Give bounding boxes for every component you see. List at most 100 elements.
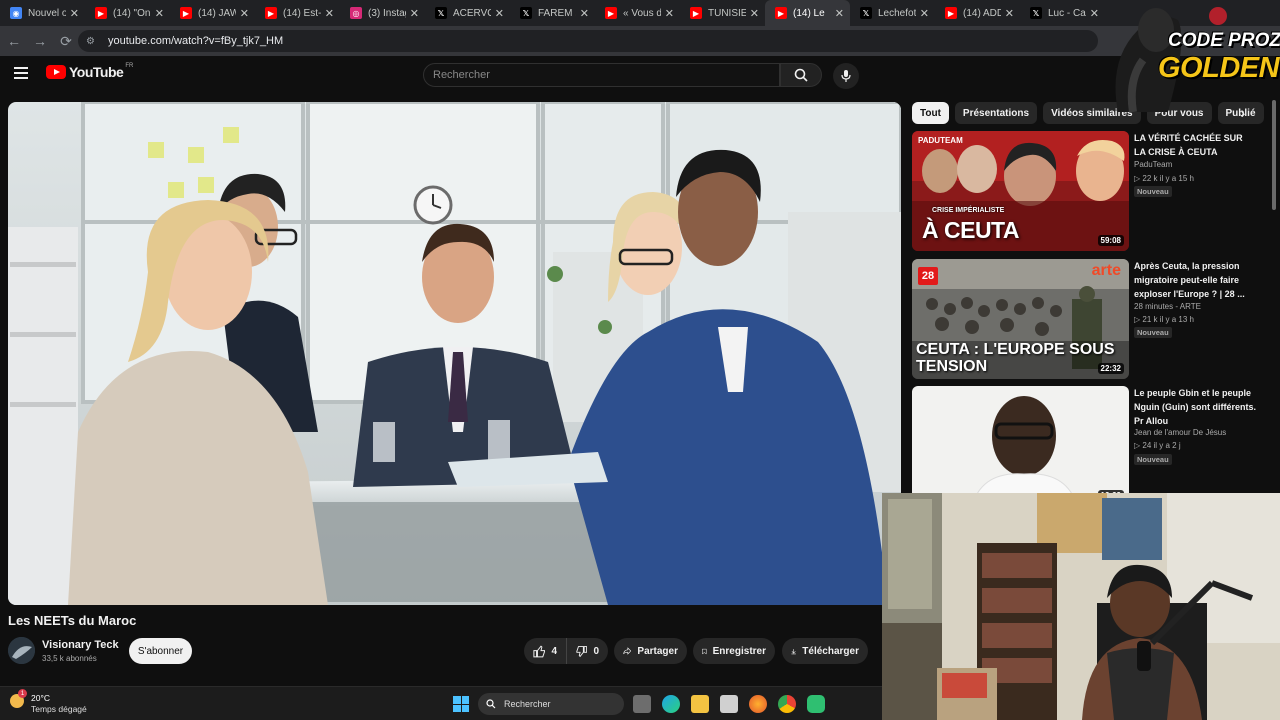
task-view-icon[interactable] [633, 695, 651, 713]
windows-start-icon[interactable] [453, 696, 469, 712]
video-thumbnail[interactable]: PADUTEAM CRISE IMPÉRIALISTE À CEUTA 59:0… [912, 131, 1129, 251]
browser-tab[interactable]: ▶ TUNISIE, M ✕ [680, 0, 765, 26]
like-button[interactable]: 4 [524, 638, 566, 664]
browser-tab-strip: ◉Nouvel onglet✕▶(14) "On m✕▶(14) JAWAD✕ ▶… [0, 0, 1280, 26]
save-button[interactable]: Enregistrer [693, 638, 775, 664]
site-settings-icon[interactable]: ⚙ [86, 36, 100, 47]
browser-tab[interactable]: 𝕏 Luc - Cash ✕ [1020, 0, 1105, 26]
url-text: youtube.com/watch?v=fBy_tjk7_HM [108, 35, 284, 47]
x-icon: 𝕏 [520, 7, 532, 19]
video-meta: ▷ 22 k il y a 15 h [1134, 174, 1194, 183]
browser-tab[interactable]: ▶ (14) "On m ✕ [85, 0, 170, 26]
youtube-play-icon [46, 65, 66, 79]
browser-tab[interactable]: 𝕏 Lechefota ✕ [850, 0, 935, 26]
search-button[interactable] [780, 63, 822, 87]
browser-tab[interactable]: ▶ (14) Est-ce ✕ [255, 0, 340, 26]
thumbnail-subtitle: CRISE IMPÉRIALISTE [932, 207, 1005, 214]
recommended-video[interactable]: 12:29 Le peuple Gbin et le peuple Nguin … [912, 386, 1262, 506]
overlay-code-text: CODE PROZIS [1168, 30, 1280, 51]
youtube-icon: ▶ [95, 7, 107, 19]
browser-toolbar: ← → ⟳ ⚙ youtube.com/watch?v=fBy_tjk7_HM [0, 26, 1280, 56]
video-title[interactable]: Après Ceuta, la pression migratoire peut… [1134, 259, 1256, 301]
channel-name[interactable]: Visionary Teck [42, 639, 119, 651]
chip-all[interactable]: Tout [912, 102, 949, 124]
tab-title: (14) ADDI [963, 7, 1001, 19]
address-bar[interactable]: ⚙ youtube.com/watch?v=fBy_tjk7_HM [78, 30, 1098, 52]
video-title: Les NEETs du Maroc [8, 613, 137, 628]
file-explorer-icon[interactable] [691, 695, 709, 713]
dislike-button[interactable]: 0 [566, 638, 608, 664]
close-tab-icon[interactable]: ✕ [1005, 7, 1014, 20]
voice-search-button[interactable] [833, 63, 859, 89]
chip-presentations[interactable]: Présentations [954, 102, 1038, 124]
video-player[interactable] [8, 102, 901, 605]
subscribe-button[interactable]: S'abonner [129, 638, 192, 664]
tab-title: (14) Est-ce [283, 7, 321, 19]
download-label: Télécharger [802, 645, 859, 657]
thumbs-down-icon [576, 645, 588, 657]
forward-button-icon[interactable]: → [28, 29, 52, 53]
close-tab-icon[interactable]: ✕ [920, 7, 929, 20]
recommended-video[interactable]: 28 arte CEUTA : L'EUROPE SOUS TENSION 22… [912, 259, 1262, 379]
firefox-icon[interactable] [749, 695, 767, 713]
recommended-video[interactable]: PADUTEAM CRISE IMPÉRIALISTE À CEUTA 59:0… [912, 131, 1262, 251]
close-tab-icon[interactable]: ✕ [240, 7, 249, 20]
search-input[interactable]: Rechercher [423, 63, 780, 87]
browser-tab[interactable]: ▶ (14) ADDI ✕ [935, 0, 1020, 26]
store-icon[interactable] [720, 695, 738, 713]
tab-title: ACERVO p [453, 7, 491, 19]
close-tab-icon[interactable]: ✕ [580, 7, 589, 20]
browser-tab[interactable]: 𝕏 ACERVO p ✕ [425, 0, 510, 26]
tab-title: FAREM ✨ [538, 7, 576, 19]
close-tab-icon[interactable]: ✕ [155, 7, 164, 20]
scrollbar-thumb[interactable] [1272, 100, 1276, 210]
close-tab-icon[interactable]: ✕ [495, 7, 504, 20]
webcam-image [882, 493, 1280, 720]
browser-tab[interactable]: 𝕏 FAREM ✨ ✕ [510, 0, 595, 26]
taskbar-search[interactable]: Rechercher [478, 693, 624, 715]
thumbnail-title: À CEUTA [922, 217, 1020, 243]
close-tab-icon[interactable]: ✕ [70, 7, 79, 20]
youtube-logo-text: YouTube [69, 64, 124, 80]
edge-icon[interactable] [662, 695, 680, 713]
youtube-logo[interactable]: YouTube FR [46, 63, 133, 80]
close-tab-icon[interactable]: ✕ [665, 7, 674, 20]
weather-temperature: 20°C [31, 693, 50, 703]
tab-title: TUNISIE, M [708, 7, 746, 19]
channel-name[interactable]: PaduTeam [1134, 160, 1172, 169]
video-title[interactable]: Le peuple Gbin et le peuple Nguin (Guin)… [1134, 386, 1256, 428]
hamburger-menu-icon[interactable] [14, 67, 28, 79]
video-thumbnail[interactable]: 28 arte CEUTA : L'EUROPE SOUS TENSION 22… [912, 259, 1129, 379]
download-button[interactable]: Télécharger [782, 638, 868, 664]
close-tab-icon[interactable]: ✕ [835, 7, 844, 20]
search-icon [794, 68, 808, 82]
microphone-icon [841, 70, 851, 82]
browser-tab[interactable]: ▶ « Vous dit ✕ [595, 0, 680, 26]
close-tab-icon[interactable]: ✕ [1090, 7, 1099, 20]
channel-name[interactable]: Jean de l'amour De Jésus [1134, 428, 1226, 437]
back-button-icon[interactable]: ← [2, 29, 26, 53]
search-icon [486, 699, 496, 709]
channel-name[interactable]: 28 minutes - ARTE [1134, 302, 1201, 311]
video-thumbnail[interactable]: 12:29 [912, 386, 1129, 506]
close-tab-icon[interactable]: ✕ [325, 7, 334, 20]
tab-title: (14) Le [793, 7, 825, 19]
close-tab-icon[interactable]: ✕ [750, 7, 759, 20]
video-duration: 59:08 [1097, 235, 1124, 246]
x-icon: 𝕏 [435, 7, 447, 19]
chrome-icon[interactable] [778, 695, 796, 713]
share-button[interactable]: Partager [614, 638, 687, 664]
reload-icon[interactable]: ⟳ [54, 29, 78, 53]
youtube-icon: ▶ [690, 7, 702, 19]
browser-tab[interactable]: ◉ Nouvel onglet ✕ [0, 0, 85, 26]
video-duration: 22:32 [1097, 363, 1124, 374]
close-tab-icon[interactable]: ✕ [410, 7, 419, 20]
tab-title: (3) Instagr [368, 7, 406, 19]
channel-avatar[interactable] [8, 637, 35, 664]
browser-tab[interactable]: ◎ (3) Instagr ✕ [340, 0, 425, 26]
sponsor-overlay-logo: CODE PROZIS GOLDENG [1108, 0, 1280, 113]
browser-tab[interactable]: ▶ (14) JAWAD ✕ [170, 0, 255, 26]
browser-tab[interactable]: ▶ (14) Le ✕ [765, 0, 850, 26]
video-title[interactable]: LA VÉRITÉ CACHÉE SUR LA CRISE À CEUTA [1134, 131, 1256, 159]
app-icon[interactable] [807, 695, 825, 713]
